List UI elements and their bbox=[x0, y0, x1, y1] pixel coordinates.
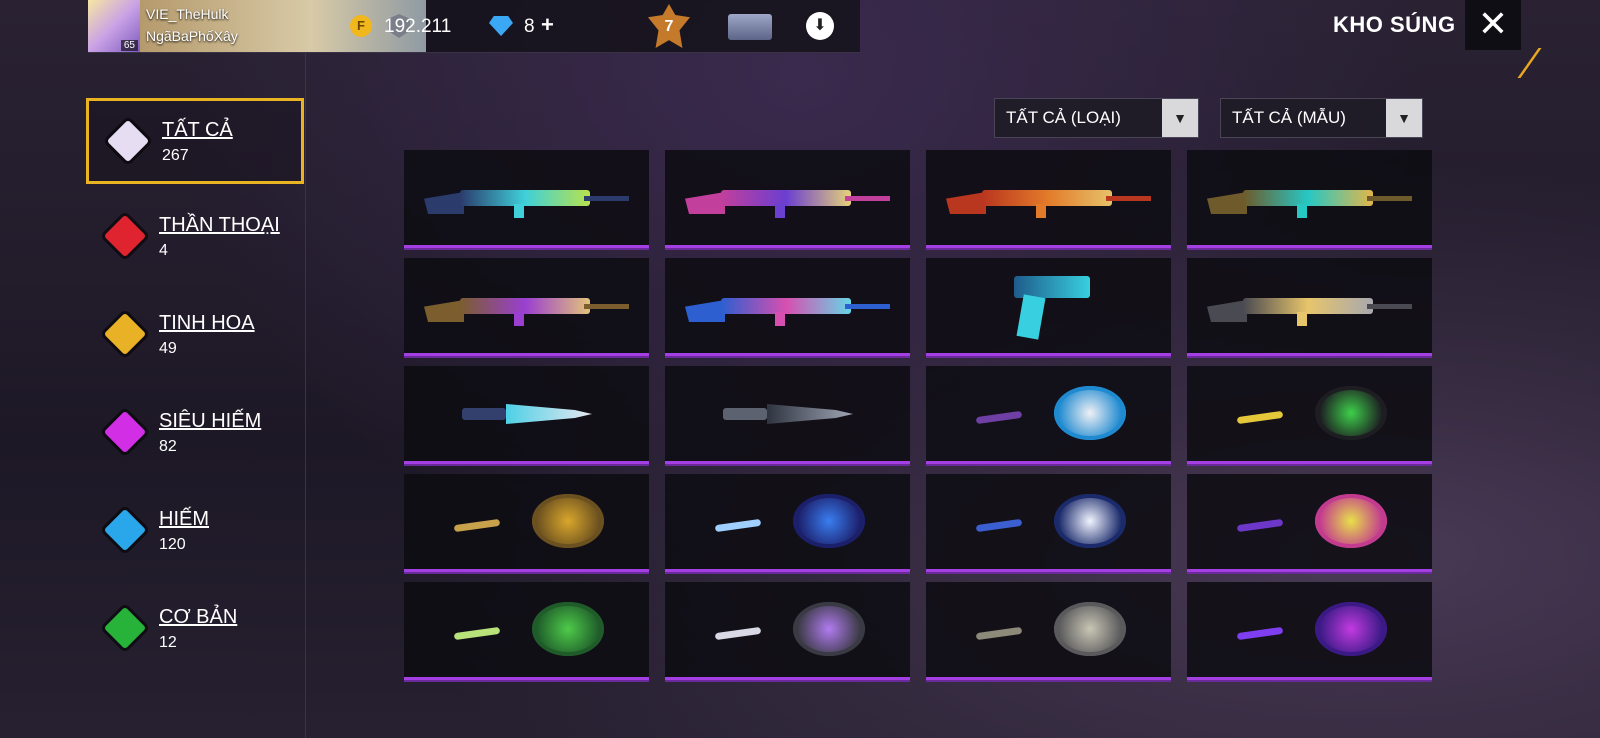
rarity-diamond-icon bbox=[103, 606, 147, 650]
category-label: TẤT CẢ bbox=[162, 119, 233, 141]
rank-badge-icon[interactable]: 7 bbox=[648, 4, 690, 48]
rarity-diamond-icon bbox=[103, 214, 147, 258]
gold-amount: 192.211 bbox=[384, 16, 452, 37]
category-label: TINH HOA bbox=[159, 312, 255, 334]
weapon-skin-card[interactable] bbox=[665, 582, 910, 680]
weapon-skin-card[interactable] bbox=[404, 150, 649, 248]
weapon-skin-card[interactable] bbox=[926, 150, 1171, 248]
frying-pan-image bbox=[975, 600, 1126, 660]
frying-pan-image bbox=[714, 492, 865, 552]
rarity-diamond-icon bbox=[103, 410, 147, 454]
weapon-skin-image bbox=[685, 180, 890, 220]
model-filter-value: TẤT CẢ (MẪU) bbox=[1232, 108, 1346, 127]
category-tab-1[interactable]: THẦN THOẠI 4 bbox=[86, 196, 304, 282]
frying-pan-image bbox=[1236, 384, 1387, 444]
category-label: CƠ BẢN bbox=[159, 606, 238, 628]
player-name: VIE_TheHulk bbox=[146, 6, 229, 22]
diamond-amount: 8 bbox=[524, 16, 535, 37]
weapon-skin-image bbox=[723, 404, 853, 424]
category-tab-3[interactable]: SIÊU HIẾM 82 bbox=[86, 392, 304, 478]
frying-pan-image bbox=[975, 492, 1126, 552]
weapon-skin-image bbox=[946, 180, 1151, 220]
type-filter-dropdown[interactable]: TẤT CẢ (LOẠI) ▼ bbox=[994, 98, 1199, 138]
cloud-download-icon[interactable]: ⬇ bbox=[806, 12, 834, 40]
category-tab-5[interactable]: CƠ BẢN 12 bbox=[86, 588, 304, 674]
weapon-skin-image bbox=[1014, 276, 1094, 340]
category-tab-4[interactable]: HIẾM 120 bbox=[86, 490, 304, 576]
elite-pass-card-icon[interactable] bbox=[728, 14, 772, 40]
weapon-skin-card[interactable] bbox=[404, 582, 649, 680]
frying-pan-image bbox=[453, 600, 604, 660]
rarity-diamond-icon bbox=[106, 119, 150, 163]
weapon-skin-card[interactable] bbox=[404, 474, 649, 572]
weapon-skin-card[interactable] bbox=[1187, 582, 1432, 680]
guild-name: NgãBaPhốXây bbox=[146, 28, 238, 44]
diamond-icon bbox=[489, 16, 513, 36]
weapon-skin-card[interactable] bbox=[1187, 150, 1432, 248]
weapon-skin-image bbox=[424, 180, 629, 220]
weapon-skin-card[interactable] bbox=[665, 150, 910, 248]
player-level: 65 bbox=[120, 40, 138, 51]
weapon-skin-card[interactable] bbox=[404, 366, 649, 464]
weapon-skin-image bbox=[1207, 288, 1412, 328]
weapon-skin-card[interactable] bbox=[665, 366, 910, 464]
weapon-skin-card[interactable] bbox=[665, 258, 910, 356]
player-avatar[interactable]: 65 bbox=[88, 0, 140, 52]
weapon-skin-image bbox=[685, 288, 890, 328]
frying-pan-image bbox=[1236, 492, 1387, 552]
category-tab-2[interactable]: TINH HOA 49 bbox=[86, 294, 304, 380]
category-label: HIẾM bbox=[159, 508, 209, 530]
weapon-skin-card[interactable] bbox=[926, 366, 1171, 464]
rarity-diamond-icon bbox=[103, 508, 147, 552]
close-button[interactable]: ✕ bbox=[1465, 0, 1521, 50]
weapon-grid bbox=[404, 150, 1434, 680]
rank-number: 7 bbox=[664, 18, 674, 35]
weapon-skin-image bbox=[424, 288, 629, 328]
category-count: 267 bbox=[162, 147, 189, 164]
weapon-skin-card[interactable] bbox=[665, 474, 910, 572]
weapon-skin-image bbox=[1207, 180, 1412, 220]
category-count: 120 bbox=[159, 536, 186, 553]
weapon-skin-card[interactable] bbox=[404, 258, 649, 356]
frying-pan-image bbox=[714, 600, 865, 660]
category-count: 82 bbox=[159, 438, 177, 455]
gold-coin-icon: F bbox=[350, 15, 372, 37]
weapon-skin-card[interactable] bbox=[926, 582, 1171, 680]
weapon-skin-image bbox=[462, 404, 592, 424]
weapon-skin-card[interactable] bbox=[1187, 474, 1432, 572]
weapon-skin-card[interactable] bbox=[926, 258, 1171, 356]
top-bar: 65 VIE_TheHulk NgãBaPhốXây F 192.211 8 +… bbox=[88, 0, 860, 53]
category-count: 12 bbox=[159, 634, 177, 651]
category-count: 49 bbox=[159, 340, 177, 357]
weapon-skin-card[interactable] bbox=[926, 474, 1171, 572]
frying-pan-image bbox=[1236, 600, 1387, 660]
rarity-diamond-icon bbox=[103, 312, 147, 356]
frying-pan-image bbox=[975, 384, 1126, 444]
add-diamonds-button[interactable]: + bbox=[541, 12, 554, 38]
corner-accent bbox=[1489, 48, 1542, 78]
weapon-skin-card[interactable] bbox=[1187, 366, 1432, 464]
category-count: 4 bbox=[159, 242, 168, 259]
page-title: KHO SÚNG bbox=[1333, 12, 1456, 37]
chevron-down-icon: ▼ bbox=[1386, 99, 1422, 137]
chevron-down-icon: ▼ bbox=[1162, 99, 1198, 137]
frying-pan-image bbox=[453, 492, 604, 552]
weapon-skin-card[interactable] bbox=[1187, 258, 1432, 356]
type-filter-value: TẤT CẢ (LOẠI) bbox=[1006, 108, 1121, 127]
category-label: THẦN THOẠI bbox=[159, 214, 280, 236]
category-label: SIÊU HIẾM bbox=[159, 410, 262, 432]
category-tab-0[interactable]: TẤT CẢ 267 bbox=[86, 98, 304, 184]
model-filter-dropdown[interactable]: TẤT CẢ (MẪU) ▼ bbox=[1220, 98, 1423, 138]
